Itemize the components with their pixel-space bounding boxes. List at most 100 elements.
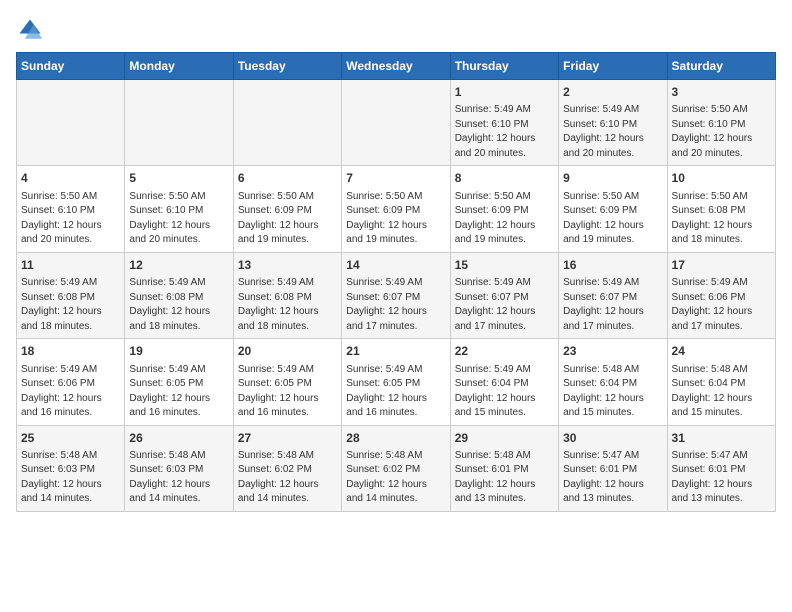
day-number: 30	[563, 430, 662, 447]
calendar-cell-28: 25 Sunrise: 5:48 AM Sunset: 6:03 PM Dayli…	[17, 425, 125, 511]
calendar-cell-22: 19 Sunrise: 5:49 AM Sunset: 6:05 PM Dayli…	[125, 339, 233, 425]
day-info: Sunrise: 5:49 AM Sunset: 6:07 PM Dayligh…	[563, 276, 662, 334]
calendar-cell-9: 6Sunrise: 5:50 AM Sunset: 6:09 PM Daylig…	[233, 166, 341, 252]
day-info: Sunrise: 5:49 AM Sunset: 6:08 PM Dayligh…	[21, 276, 120, 334]
calendar-cell-24: 21Sunrise: 5:49 AM Sunset: 6:05 PM Dayli…	[342, 339, 450, 425]
calendar-cell-10: 7Sunrise: 5:50 AM Sunset: 6:09 PM Daylig…	[342, 166, 450, 252]
day-info: Sunrise: 5:50 AM Sunset: 6:10 PM Dayligh…	[129, 190, 228, 248]
day-info: Sunrise: 5:48 AM Sunset: 6:02 PM Dayligh…	[238, 449, 337, 507]
day-number: 8	[455, 170, 554, 187]
calendar-cell-14: 11 Sunrise: 5:49 AM Sunset: 6:08 PM Dayli…	[17, 252, 125, 338]
day-number: 27	[238, 430, 337, 447]
day-info: Sunrise: 5:49 AM Sunset: 6:08 PM Dayligh…	[238, 276, 337, 334]
day-info: Sunrise: 5:50 AM Sunset: 6:09 PM Dayligh…	[238, 190, 337, 248]
day-info: Sunrise: 5:49 AM Sunset: 6:06 PM Dayligh…	[21, 363, 120, 421]
day-info: Sunrise: 5:47 AM Sunset: 6:01 PM Dayligh…	[672, 449, 771, 507]
day-number: 9	[563, 170, 662, 187]
calendar-cell-1	[125, 80, 233, 166]
calendar-header-row: SundayMondayTuesdayWednesdayThursdayFrid…	[17, 53, 776, 80]
day-info: Sunrise: 5:48 AM Sunset: 6:02 PM Dayligh…	[346, 449, 445, 507]
day-number: 3	[672, 84, 771, 101]
day-number: 1	[455, 84, 554, 101]
week-row-3: 11 Sunrise: 5:49 AM Sunset: 6:08 PM Dayli…	[17, 252, 776, 338]
day-info: Sunrise: 5:48 AM Sunset: 6:03 PM Dayligh…	[21, 449, 120, 507]
calendar-cell-15: 12Sunrise: 5:49 AM Sunset: 6:08 PM Dayli…	[125, 252, 233, 338]
logo	[16, 16, 48, 44]
week-row-2: 4 Sunrise: 5:50 AM Sunset: 6:10 PM Daylig…	[17, 166, 776, 252]
day-info: Sunrise: 5:49 AM Sunset: 6:05 PM Dayligh…	[238, 363, 337, 421]
column-header-tuesday: Tuesday	[233, 53, 341, 80]
day-number: 20	[238, 343, 337, 360]
day-info: Sunrise: 5:49 AM Sunset: 6:04 PM Dayligh…	[455, 363, 554, 421]
calendar-cell-4: 1 Sunrise: 5:49 AM Sunset: 6:10 PM Daylig…	[450, 80, 558, 166]
week-row-1: 1 Sunrise: 5:49 AM Sunset: 6:10 PM Daylig…	[17, 80, 776, 166]
day-info: Sunrise: 5:49 AM Sunset: 6:10 PM Dayligh…	[563, 103, 662, 161]
calendar-table: SundayMondayTuesdayWednesdayThursdayFrid…	[16, 52, 776, 512]
calendar-cell-11: 8 Sunrise: 5:50 AM Sunset: 6:09 PM Daylig…	[450, 166, 558, 252]
column-header-wednesday: Wednesday	[342, 53, 450, 80]
calendar-cell-12: 9 Sunrise: 5:50 AM Sunset: 6:09 PM Daylig…	[559, 166, 667, 252]
day-number: 29	[455, 430, 554, 447]
day-info: Sunrise: 5:50 AM Sunset: 6:09 PM Dayligh…	[455, 190, 554, 248]
day-info: Sunrise: 5:48 AM Sunset: 6:03 PM Dayligh…	[129, 449, 228, 507]
calendar-cell-25: 22Sunrise: 5:49 AM Sunset: 6:04 PM Dayli…	[450, 339, 558, 425]
calendar-cell-17: 14 Sunrise: 5:49 AM Sunset: 6:07 PM Dayli…	[342, 252, 450, 338]
day-number: 11	[21, 257, 120, 274]
day-number: 21	[346, 343, 445, 360]
day-number: 2	[563, 84, 662, 101]
calendar-cell-5: 2 Sunrise: 5:49 AM Sunset: 6:10 PM Daylig…	[559, 80, 667, 166]
calendar-cell-8: 5 Sunrise: 5:50 AM Sunset: 6:10 PM Daylig…	[125, 166, 233, 252]
day-info: Sunrise: 5:48 AM Sunset: 6:04 PM Dayligh…	[563, 363, 662, 421]
calendar-cell-34: 31 Sunrise: 5:47 AM Sunset: 6:01 PM Dayli…	[667, 425, 775, 511]
day-number: 5	[129, 170, 228, 187]
day-number: 23	[563, 343, 662, 360]
day-info: Sunrise: 5:48 AM Sunset: 6:04 PM Dayligh…	[672, 363, 771, 421]
day-info: Sunrise: 5:50 AM Sunset: 6:09 PM Dayligh…	[346, 190, 445, 248]
day-number: 19	[129, 343, 228, 360]
column-header-saturday: Saturday	[667, 53, 775, 80]
column-header-thursday: Thursday	[450, 53, 558, 80]
calendar-cell-29: 26 Sunrise: 5:48 AM Sunset: 6:03 PM Dayli…	[125, 425, 233, 511]
day-number: 26	[129, 430, 228, 447]
calendar-cell-19: 16 Sunrise: 5:49 AM Sunset: 6:07 PM Dayli…	[559, 252, 667, 338]
day-number: 13	[238, 257, 337, 274]
day-number: 4	[21, 170, 120, 187]
calendar-cell-33: 30 Sunrise: 5:47 AM Sunset: 6:01 PM Dayli…	[559, 425, 667, 511]
calendar-cell-20: 17Sunrise: 5:49 AM Sunset: 6:06 PM Dayli…	[667, 252, 775, 338]
calendar-cell-0	[17, 80, 125, 166]
calendar-cell-13: 10Sunrise: 5:50 AM Sunset: 6:08 PM Dayli…	[667, 166, 775, 252]
calendar-cell-23: 20 Sunrise: 5:49 AM Sunset: 6:05 PM Dayli…	[233, 339, 341, 425]
day-info: Sunrise: 5:50 AM Sunset: 6:10 PM Dayligh…	[672, 103, 771, 161]
day-number: 28	[346, 430, 445, 447]
calendar-cell-6: 3 Sunrise: 5:50 AM Sunset: 6:10 PM Daylig…	[667, 80, 775, 166]
day-number: 24	[672, 343, 771, 360]
day-number: 14	[346, 257, 445, 274]
day-number: 31	[672, 430, 771, 447]
day-info: Sunrise: 5:50 AM Sunset: 6:09 PM Dayligh…	[563, 190, 662, 248]
column-header-sunday: Sunday	[17, 53, 125, 80]
day-info: Sunrise: 5:49 AM Sunset: 6:05 PM Dayligh…	[129, 363, 228, 421]
calendar-cell-32: 29 Sunrise: 5:48 AM Sunset: 6:01 PM Dayli…	[450, 425, 558, 511]
page-header	[16, 16, 776, 44]
calendar-cell-7: 4Sunrise: 5:50 AM Sunset: 6:10 PM Daylig…	[17, 166, 125, 252]
calendar-cell-31: 28 Sunrise: 5:48 AM Sunset: 6:02 PM Dayli…	[342, 425, 450, 511]
calendar-cell-2	[233, 80, 341, 166]
day-info: Sunrise: 5:49 AM Sunset: 6:07 PM Dayligh…	[346, 276, 445, 334]
day-info: Sunrise: 5:49 AM Sunset: 6:07 PM Dayligh…	[455, 276, 554, 334]
day-info: Sunrise: 5:48 AM Sunset: 6:01 PM Dayligh…	[455, 449, 554, 507]
day-info: Sunrise: 5:47 AM Sunset: 6:01 PM Dayligh…	[563, 449, 662, 507]
day-info: Sunrise: 5:49 AM Sunset: 6:10 PM Dayligh…	[455, 103, 554, 161]
day-number: 25	[21, 430, 120, 447]
column-header-friday: Friday	[559, 53, 667, 80]
day-info: Sunrise: 5:50 AM Sunset: 6:08 PM Dayligh…	[672, 190, 771, 248]
day-info: Sunrise: 5:49 AM Sunset: 6:06 PM Dayligh…	[672, 276, 771, 334]
day-number: 12	[129, 257, 228, 274]
calendar-cell-30: 27 Sunrise: 5:48 AM Sunset: 6:02 PM Dayli…	[233, 425, 341, 511]
day-number: 16	[563, 257, 662, 274]
calendar-cell-18: 15 Sunrise: 5:49 AM Sunset: 6:07 PM Dayli…	[450, 252, 558, 338]
calendar-cell-3	[342, 80, 450, 166]
column-header-monday: Monday	[125, 53, 233, 80]
week-row-5: 25 Sunrise: 5:48 AM Sunset: 6:03 PM Dayli…	[17, 425, 776, 511]
logo-icon	[16, 16, 44, 44]
day-number: 15	[455, 257, 554, 274]
